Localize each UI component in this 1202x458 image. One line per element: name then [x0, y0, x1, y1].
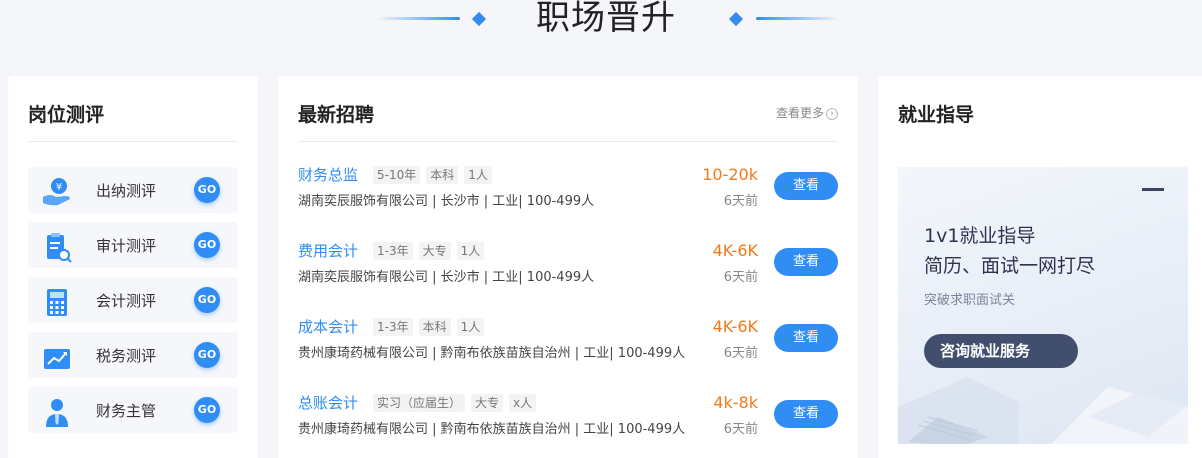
- guidance-banner: 1v1就业指导 简历、面试一网打尽 突破求职面试关 咨询就业服务: [898, 167, 1188, 444]
- job-row: 财务总监 5-10年 本科 1人 湖南奕辰服饰有限公司 | 长沙市 | 工业| 10…: [298, 165, 838, 225]
- view-more-label: 查看更多: [775, 106, 824, 120]
- card-title: 就业指导: [898, 104, 975, 126]
- assessment-item-finance-manager[interactable]: 财务主管 GO: [28, 387, 238, 433]
- company-info: 贵州康琦药械有限公司 | 黔南布依族苗族自治州 | 工业| 100-499人: [298, 422, 686, 437]
- job-tags: 1-3年 本科 1人: [373, 318, 490, 336]
- assessment-item-tax[interactable]: 税务测评 GO: [28, 332, 238, 378]
- section-title: 职场晋升: [536, 0, 676, 38]
- education-tag: 本科: [426, 166, 459, 184]
- assessment-item-cashier[interactable]: ¥ 出纳测评 GO: [28, 167, 238, 213]
- guidance-headline: 1v1就业指导: [924, 225, 1036, 247]
- go-button[interactable]: GO: [194, 342, 220, 368]
- assessment-item-accounting[interactable]: 会计测评 GO: [28, 277, 238, 323]
- tax-chart-icon: [44, 349, 70, 369]
- laptop-illustration: [898, 377, 1188, 444]
- guidance-headline-secondary: 简历、面试一网打尽: [924, 255, 1096, 277]
- posted-time: 6天前: [723, 422, 758, 437]
- job-title-link[interactable]: 成本会计: [298, 317, 358, 337]
- experience-tag: 1-3年: [373, 318, 413, 336]
- job-row: 成本会计 1-3年 本科 1人 贵州康琦药械有限公司 | 黔南布依族苗族自治州 | …: [298, 317, 838, 377]
- view-job-button[interactable]: 查看: [774, 172, 838, 200]
- posted-time: 6天前: [723, 270, 758, 285]
- company-info: 湖南奕辰服饰有限公司 | 长沙市 | 工业| 100-499人: [298, 270, 595, 285]
- latest-jobs-card: 最新招聘 查看更多 › 财务总监 5-10年 本科 1人 湖南奕辰服饰有限公司 | 长…: [278, 76, 858, 458]
- job-row: 费用会计 1-3年 大专 1人 湖南奕辰服饰有限公司 | 长沙市 | 工业| 100…: [298, 241, 838, 301]
- salary: 4K-6K: [712, 241, 758, 260]
- education-tag: 大专: [471, 394, 504, 412]
- view-more-link[interactable]: 查看更多 ›: [776, 104, 838, 121]
- svg-text:¥: ¥: [56, 182, 62, 193]
- salary: 10-20k: [702, 165, 758, 184]
- assessment-label: 税务测评: [96, 347, 157, 365]
- posted-time: 6天前: [723, 194, 758, 209]
- salary: 4K-6K: [712, 317, 758, 336]
- headcount-tag: x人: [509, 394, 537, 412]
- assessment-label: 财务主管: [96, 402, 157, 420]
- assessment-item-audit[interactable]: 审计测评 GO: [28, 222, 238, 268]
- company-info: 贵州康琦药械有限公司 | 黔南布依族苗族自治州 | 工业| 100-499人: [298, 346, 686, 361]
- view-job-button[interactable]: 查看: [774, 324, 838, 352]
- education-tag: 大专: [418, 242, 451, 260]
- view-job-button[interactable]: 查看: [774, 400, 838, 428]
- view-job-button[interactable]: 查看: [774, 248, 838, 276]
- job-title-link[interactable]: 费用会计: [298, 241, 358, 261]
- job-tags: 实习（应届生） 大专 x人: [373, 394, 542, 412]
- experience-tag: 1-3年: [373, 242, 413, 260]
- posted-time: 6天前: [723, 346, 758, 361]
- card-title: 最新招聘: [298, 104, 375, 126]
- experience-tag: 实习（应届生）: [373, 394, 466, 412]
- job-row: 总账会计 实习（应届生） 大专 x人 贵州康琦药械有限公司 | 黔南布依族苗族自治州…: [298, 393, 838, 453]
- headcount-tag: 1人: [464, 166, 492, 184]
- divider: [298, 141, 838, 142]
- banner-line-left: [376, 17, 460, 20]
- job-title-link[interactable]: 总账会计: [298, 393, 358, 413]
- divider: [28, 141, 238, 142]
- manager-icon: [46, 399, 68, 427]
- cashier-icon: ¥: [43, 178, 70, 206]
- experience-tag: 5-10年: [373, 166, 421, 184]
- go-button[interactable]: GO: [194, 397, 220, 423]
- guidance-subtitle: 突破求职面试关: [924, 293, 1016, 308]
- chevron-right-icon: ›: [826, 107, 838, 120]
- salary: 4k-8k: [713, 393, 758, 412]
- job-title-link[interactable]: 财务总监: [298, 165, 358, 185]
- go-button[interactable]: GO: [194, 287, 220, 313]
- headcount-tag: 1人: [456, 242, 485, 260]
- diamond-icon: [728, 11, 744, 27]
- section-banner: 职场晋升: [0, 0, 1202, 50]
- diamond-icon: [471, 11, 487, 27]
- go-button[interactable]: GO: [194, 232, 220, 258]
- job-tags: 1-3年 大专 1人: [373, 242, 490, 260]
- company-info: 湖南奕辰服饰有限公司 | 长沙市 | 工业| 100-499人: [298, 194, 595, 209]
- assessment-label: 审计测评: [96, 237, 157, 255]
- banner-line-right: [756, 17, 840, 20]
- career-guidance-card: 就业指导 1v1就业指导 简历、面试一网打尽 突破求职面试关 咨询就业服务: [878, 76, 1202, 458]
- go-button[interactable]: GO: [194, 177, 220, 203]
- calculator-icon: [47, 289, 67, 316]
- job-assessment-card: 岗位测评 ¥ 出纳测评 GO 审计测评 GO 会计测评 GO 税务测评 GO 财…: [8, 76, 258, 458]
- decor-dash: [1142, 188, 1164, 191]
- card-title: 岗位测评: [28, 104, 105, 126]
- headcount-tag: 1人: [456, 318, 485, 336]
- assessment-label: 出纳测评: [96, 182, 157, 200]
- education-tag: 本科: [418, 318, 451, 336]
- assessment-label: 会计测评: [96, 292, 157, 310]
- job-tags: 5-10年 本科 1人: [373, 166, 498, 184]
- audit-icon: [47, 233, 72, 263]
